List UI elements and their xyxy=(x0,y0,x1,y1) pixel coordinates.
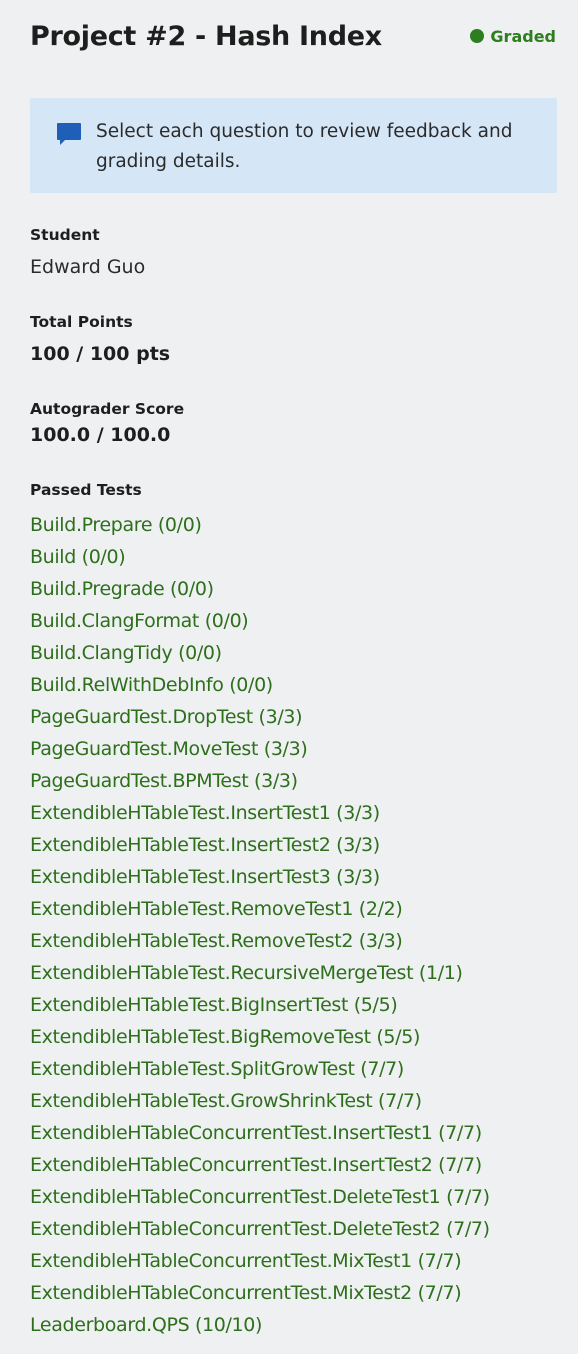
page-header: Project #2 - Hash Index Graded xyxy=(30,16,556,56)
passed-tests-label: Passed Tests xyxy=(30,481,142,499)
test-link[interactable]: ExtendibleHTableTest.InsertTest3 (3/3) xyxy=(30,861,490,893)
status-badge: Graded xyxy=(470,27,556,46)
test-link[interactable]: ExtendibleHTableTest.SplitGrowTest (7/7) xyxy=(30,1053,490,1085)
test-link[interactable]: Build (0/0) xyxy=(30,541,490,573)
test-link[interactable]: ExtendibleHTableConcurrentTest.MixTest1 … xyxy=(30,1245,490,1277)
test-link[interactable]: Build.ClangFormat (0/0) xyxy=(30,605,490,637)
test-link[interactable]: PageGuardTest.MoveTest (3/3) xyxy=(30,733,490,765)
speech-bubble-icon xyxy=(56,122,82,146)
test-link[interactable]: Build.Prepare (0/0) xyxy=(30,509,490,541)
test-link[interactable]: ExtendibleHTableTest.RecursiveMergeTest … xyxy=(30,957,490,989)
page-title: Project #2 - Hash Index xyxy=(30,20,382,52)
total-points-label: Total Points xyxy=(30,313,133,331)
test-link[interactable]: ExtendibleHTableTest.BigRemoveTest (5/5) xyxy=(30,1021,490,1053)
test-link[interactable]: ExtendibleHTableConcurrentTest.MixTest2 … xyxy=(30,1277,490,1309)
info-notice: Select each question to review feedback … xyxy=(30,98,557,193)
notice-text: Select each question to review feedback … xyxy=(96,121,513,172)
test-link[interactable]: ExtendibleHTableTest.InsertTest2 (3/3) xyxy=(30,829,490,861)
test-link[interactable]: Build.RelWithDebInfo (0/0) xyxy=(30,669,490,701)
test-link[interactable]: ExtendibleHTableTest.InsertTest1 (3/3) xyxy=(30,797,490,829)
status-dot-icon xyxy=(470,29,485,43)
total-points-value: 100 / 100 pts xyxy=(30,343,171,365)
test-link[interactable]: ExtendibleHTableConcurrentTest.InsertTes… xyxy=(30,1117,490,1149)
test-link[interactable]: Leaderboard.QPS (10/10) xyxy=(30,1309,490,1341)
autograder-score-value: 100.0 / 100.0 xyxy=(30,424,171,446)
test-link[interactable]: ExtendibleHTableTest.BigInsertTest (5/5) xyxy=(30,989,490,1021)
status-label: Graded xyxy=(490,26,556,46)
test-link[interactable]: Build.ClangTidy (0/0) xyxy=(30,637,490,669)
passed-tests-list: Build.Prepare (0/0) Build (0/0) Build.Preg… xyxy=(30,509,490,1341)
test-link[interactable]: Build.Pregrade (0/0) xyxy=(30,573,490,605)
student-name: Edward Guo xyxy=(30,256,146,278)
student-label: Student xyxy=(30,226,100,244)
test-link[interactable]: ExtendibleHTableConcurrentTest.DeleteTes… xyxy=(30,1213,490,1245)
test-link[interactable]: ExtendibleHTableConcurrentTest.DeleteTes… xyxy=(30,1181,490,1213)
test-link[interactable]: PageGuardTest.BPMTest (3/3) xyxy=(30,765,490,797)
test-link[interactable]: ExtendibleHTableTest.RemoveTest1 (2/2) xyxy=(30,893,490,925)
test-link[interactable]: ExtendibleHTableTest.GrowShrinkTest (7/7… xyxy=(30,1085,490,1117)
test-link[interactable]: ExtendibleHTableTest.RemoveTest2 (3/3) xyxy=(30,925,490,957)
test-link[interactable]: PageGuardTest.DropTest (3/3) xyxy=(30,701,490,733)
test-link[interactable]: ExtendibleHTableConcurrentTest.InsertTes… xyxy=(30,1149,490,1181)
autograder-score-label: Autograder Score xyxy=(30,400,185,418)
